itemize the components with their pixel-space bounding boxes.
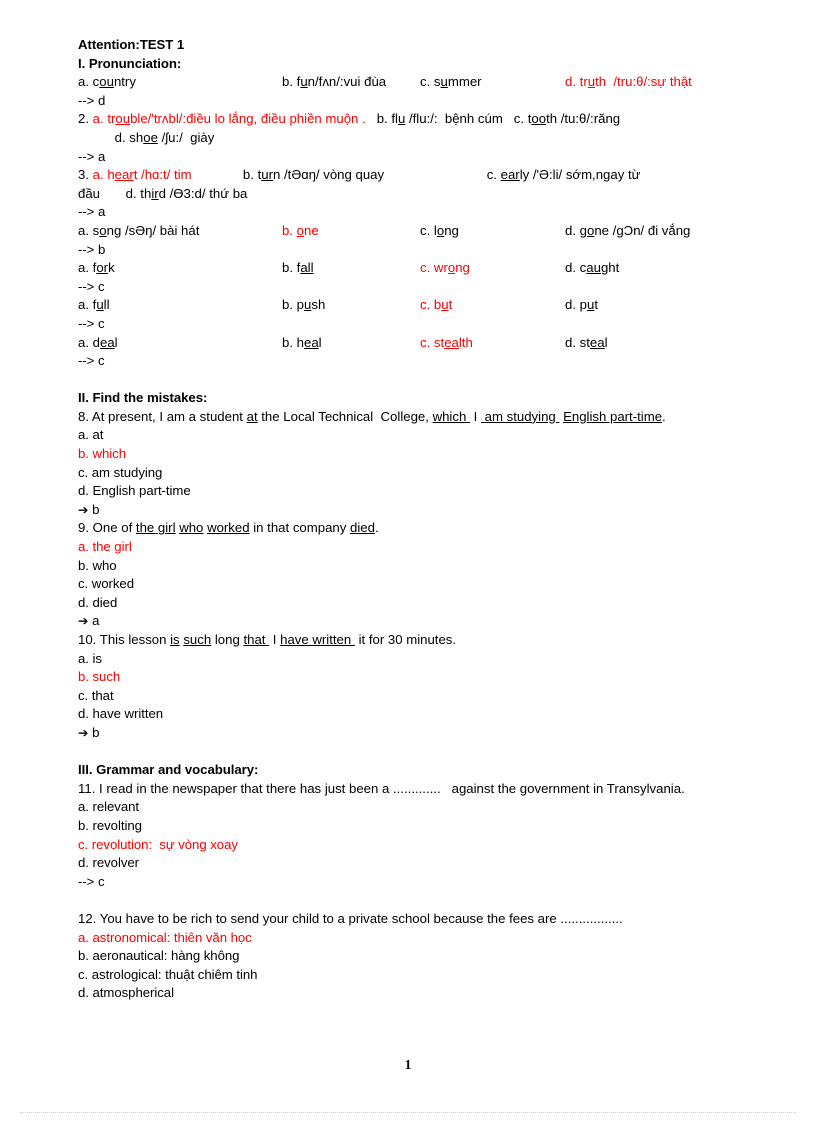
q8-option-b: b. which [78, 446, 126, 462]
section-gap-2 [78, 743, 764, 762]
q12-option-b: b. aeronautical: hàng không [78, 948, 240, 964]
q9-answer-letter: a [92, 613, 100, 629]
q11-option-d: d. revolver [78, 855, 140, 871]
q7-answer: --> c [78, 353, 105, 369]
document-body: Attention:TEST 1 I. Pronunciation: a. co… [78, 36, 764, 1003]
q6-option-b: b. push [282, 297, 326, 313]
q12-stem: 12. You have to be rich to send your chi… [78, 910, 623, 926]
arrow-right-icon: ➔ [78, 613, 89, 629]
document-title: Attention:TEST 1 [78, 37, 185, 52]
page-number: 1 [404, 1057, 412, 1072]
q8-answer-letter: b [92, 501, 100, 517]
question-row-5: a. fork b. fall c. wrong d. caught [78, 259, 764, 278]
q11-stem: 11. I read in the newspaper that there h… [78, 780, 685, 796]
q10-option-c: c. that [78, 687, 114, 703]
q1-option-c: c. summer [420, 74, 482, 90]
q10-option-d: d. have written [78, 706, 164, 722]
q8-option-d: d. English part-time [78, 483, 191, 499]
q2-option-a: a. trouble/'trʌbl/:điều lo lắng, điều ph… [92, 111, 366, 127]
q2-answer: --> a [78, 148, 106, 164]
section-heading-grammar: III. Grammar and vocabulary: [78, 762, 259, 778]
q9-answer: ➔ a [78, 612, 764, 631]
q10-stem: 10. This lesson is such long that I have… [78, 632, 457, 647]
q11-option-a: a. relevant [78, 799, 140, 815]
question-gap-11-12 [78, 891, 764, 910]
question-row-6: a. full b. push c. but d. put [78, 296, 764, 315]
q10-answer-letter: b [92, 724, 100, 740]
q3-option-b: b. turn /tƏɑŋ/ vòng quay [191, 167, 385, 183]
q6-option-c: c. but [420, 297, 453, 313]
q8-answer: ➔ b [78, 501, 764, 520]
q9-stem: 9. One of the girl who worked in that co… [78, 520, 379, 536]
question-row-3: 3. a. heart /hɑ:t/ tim b. turn /tƏɑŋ/ vò… [78, 166, 764, 185]
footer-divider [20, 1112, 796, 1113]
q5-answer: --> c [78, 278, 105, 294]
q9-option-c: c. worked [78, 576, 134, 592]
q2-option-d: d. shoe /ʃu:/ giày [78, 129, 215, 145]
q10-answer: ➔ b [78, 724, 764, 743]
q12-option-d: d. atmospherical [78, 985, 174, 1001]
document-page: Attention:TEST 1 I. Pronunciation: a. co… [0, 0, 816, 1123]
q3-option-c: c. early /'Ə:li/ sớm,ngay từ [384, 167, 641, 183]
q5-option-c: c. wrong [420, 260, 470, 276]
q8-stem: 8. At present, I am a student at the Loc… [78, 408, 666, 424]
q10-option-b: b. such [78, 669, 121, 685]
arrow-right-icon: ➔ [78, 724, 89, 740]
q4-option-a: a. song /sƏŋ/ bài hát [78, 222, 200, 238]
question-row-2: 2. a. trouble/'trʌbl/:điều lo lắng, điều… [78, 110, 764, 129]
q12-option-c: c. astrological: thuật chiêm tinh [78, 966, 258, 982]
q1-option-a: a. country [78, 74, 136, 90]
q4-answer: --> b [78, 241, 106, 257]
q6-option-d: d. put [565, 297, 599, 313]
q7-option-a: a. deal [78, 334, 118, 350]
q3-option-a: a. heart /hɑ:t/ tim [92, 167, 192, 183]
q5-option-b: b. fall [282, 260, 314, 276]
q8-option-c: c. am studying [78, 464, 163, 480]
q9-option-b: b. who [78, 557, 117, 573]
q10-option-a: a. is [78, 650, 102, 666]
q5-option-a: a. fork [78, 260, 115, 276]
q1-answer: --> d [78, 92, 106, 108]
question-row-7: a. deal b. heal c. stealth d. steal [78, 334, 764, 353]
q9-option-a: a. the girl [78, 539, 132, 555]
q9-option-d: d. died [78, 594, 118, 610]
q6-option-a: a. full [78, 297, 110, 313]
arrow-right-icon: ➔ [78, 501, 89, 517]
q11-option-b: b. revolting [78, 817, 142, 833]
q12-option-a: a. astronomical: thiên văn học [78, 929, 252, 945]
q7-option-b: b. heal [282, 334, 322, 350]
section-heading-pronunciation: I. Pronunciation: [78, 55, 182, 71]
q7-option-c: c. stealth [420, 334, 473, 350]
q3-answer: --> a [78, 204, 106, 220]
q2-options-bc: b. flu /flu:/: bệnh cúm c. tooth /tu:θ/:… [365, 111, 621, 127]
q3-option-d: đầu d. third /Ɵ3:d/ thứ ba [78, 185, 248, 201]
q11-option-c: c. revolution: sự vòng xoay [78, 836, 238, 852]
q11-answer: --> c [78, 873, 105, 889]
question-row-1: a. country b. fun/fʌn/:vui đùa c. summer… [78, 73, 764, 92]
q1-option-b: b. fun/fʌn/:vui đùa [282, 74, 387, 90]
q4-option-b: b. one [282, 222, 319, 238]
q5-option-d: d. caught [565, 260, 620, 276]
q6-answer: --> c [78, 315, 105, 331]
q4-option-d: d. gone /gƆn/ đi vắng [565, 222, 691, 238]
q7-option-d: d. steal [565, 334, 608, 350]
q1-option-d: d. truth /tru:θ/:sự thật [565, 74, 692, 90]
section-gap-1 [78, 371, 764, 390]
q8-option-a: a. at [78, 427, 104, 443]
section-heading-mistakes: II. Find the mistakes: [78, 390, 208, 406]
question-row-4: a. song /sƏŋ/ bài hát b. one c. long d. … [78, 222, 764, 241]
q4-option-c: c. long [420, 222, 459, 238]
